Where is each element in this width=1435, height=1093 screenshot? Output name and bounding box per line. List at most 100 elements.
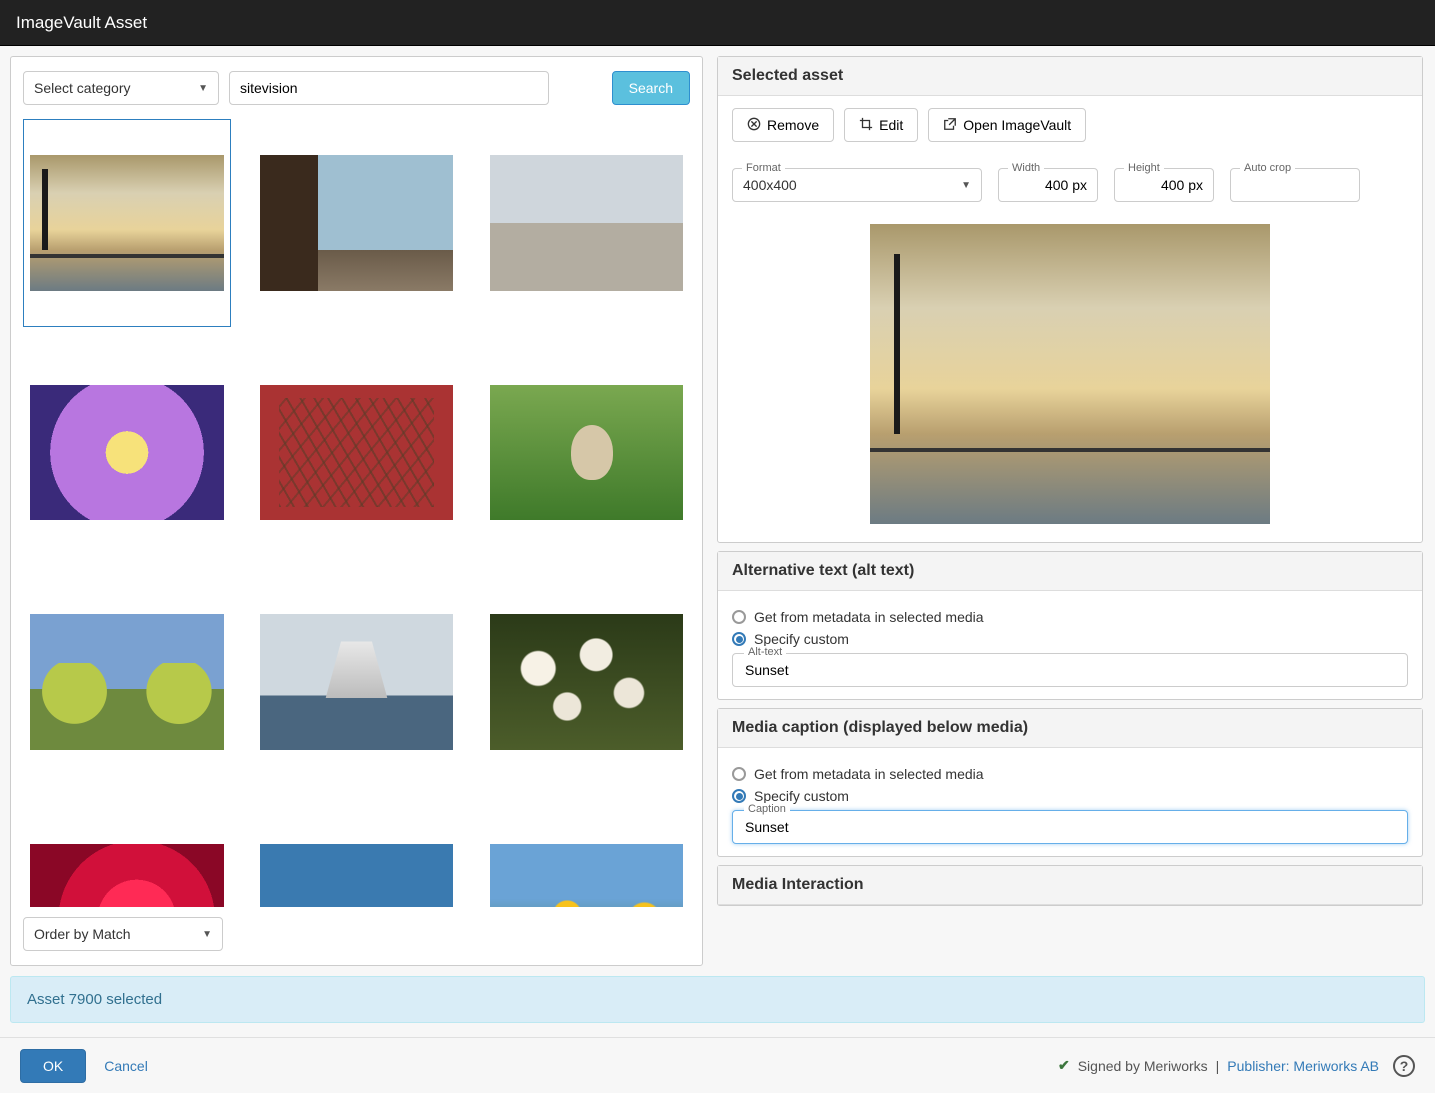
alt-text-field-label: Alt-text bbox=[744, 646, 786, 658]
thumbnail-image bbox=[260, 385, 453, 521]
status-message: Asset 7900 selected bbox=[27, 991, 162, 1008]
height-label: Height bbox=[1124, 162, 1164, 174]
open-imagevault-button[interactable]: Open ImageVault bbox=[928, 108, 1086, 142]
crop-icon bbox=[859, 117, 873, 134]
separator: | bbox=[1216, 1058, 1220, 1074]
thumbnail-bird[interactable] bbox=[253, 808, 461, 907]
cancel-link[interactable]: Cancel bbox=[104, 1058, 148, 1074]
status-bar: Asset 7900 selected bbox=[10, 976, 1425, 1023]
category-select-label: Select category bbox=[34, 80, 131, 96]
caption-input[interactable] bbox=[732, 810, 1408, 844]
ok-button[interactable]: OK bbox=[20, 1049, 86, 1083]
order-row: Order by Match ▼ bbox=[11, 907, 702, 965]
alt-specify-custom-radio[interactable]: Specify custom bbox=[732, 631, 1408, 647]
width-group: Width bbox=[998, 156, 1098, 202]
height-group: Height bbox=[1114, 156, 1214, 202]
radio-off-icon bbox=[732, 767, 746, 781]
footer-right: ✔ Signed by Meriworks | Publisher: Meriw… bbox=[1058, 1055, 1415, 1077]
caption-meta-label: Get from metadata in selected media bbox=[754, 766, 984, 782]
thumbnail-door[interactable] bbox=[253, 119, 461, 327]
caption-header: Media caption (displayed below media) bbox=[718, 709, 1422, 748]
thumbnail-rose[interactable] bbox=[23, 808, 231, 907]
thumbnail-image bbox=[30, 844, 223, 907]
main-content: Select category ▼ Search Order by Match … bbox=[0, 46, 1435, 966]
asset-toolbar: Remove Edit bbox=[732, 108, 1408, 142]
open-label: Open ImageVault bbox=[963, 117, 1071, 133]
remove-label: Remove bbox=[767, 117, 819, 133]
thumbnail-grid bbox=[23, 119, 690, 907]
check-icon: ✔ bbox=[1058, 1057, 1070, 1074]
caption-custom-label: Specify custom bbox=[754, 788, 849, 804]
alt-custom-label: Specify custom bbox=[754, 631, 849, 647]
thumbnail-redwall[interactable] bbox=[253, 349, 461, 557]
chevron-down-icon: ▼ bbox=[961, 180, 971, 191]
caption-field-label: Caption bbox=[744, 803, 790, 815]
chevron-down-icon: ▼ bbox=[198, 83, 208, 94]
detail-scroll[interactable]: Selected asset Remove bbox=[717, 56, 1425, 966]
order-select-label: Order by Match bbox=[34, 926, 130, 942]
caption-section: Media caption (displayed below media) Ge… bbox=[717, 708, 1423, 857]
order-select[interactable]: Order by Match ▼ bbox=[23, 917, 223, 951]
category-select[interactable]: Select category ▼ bbox=[23, 71, 219, 105]
thumbnail-image bbox=[260, 614, 453, 750]
autocrop-group: Auto crop bbox=[1230, 156, 1360, 202]
thumbnail-image bbox=[490, 844, 683, 907]
alt-text-input[interactable] bbox=[732, 653, 1408, 687]
alt-text-field-wrap: Alt-text bbox=[732, 653, 1408, 687]
thumbnail-daff[interactable] bbox=[482, 808, 690, 907]
search-button[interactable]: Search bbox=[612, 71, 690, 105]
autocrop-label: Auto crop bbox=[1240, 162, 1295, 174]
caption-specify-custom-radio[interactable]: Specify custom bbox=[732, 788, 1408, 804]
thumbnail-image bbox=[30, 614, 223, 750]
publisher-link[interactable]: Publisher: Meriworks AB bbox=[1227, 1058, 1379, 1074]
format-label: Format bbox=[742, 162, 785, 174]
remove-button[interactable]: Remove bbox=[732, 108, 834, 142]
chevron-down-icon: ▼ bbox=[202, 929, 212, 940]
thumbnail-ship[interactable] bbox=[253, 578, 461, 786]
external-link-icon bbox=[943, 117, 957, 134]
dialog-footer: OK Cancel ✔ Signed by Meriworks | Publis… bbox=[0, 1037, 1435, 1093]
media-interaction-header: Media Interaction bbox=[718, 866, 1422, 905]
alt-text-section: Alternative text (alt text) Get from met… bbox=[717, 551, 1423, 700]
thumbnail-image bbox=[490, 155, 683, 291]
thumbnail-trees[interactable] bbox=[23, 578, 231, 786]
thumbnail-sunset[interactable] bbox=[23, 119, 231, 327]
alt-from-metadata-radio[interactable]: Get from metadata in selected media bbox=[732, 609, 1408, 625]
alt-meta-label: Get from metadata in selected media bbox=[754, 609, 984, 625]
thumbnail-scroll[interactable] bbox=[11, 119, 702, 907]
thumbnail-image bbox=[260, 155, 453, 291]
radio-off-icon bbox=[732, 610, 746, 624]
help-icon[interactable]: ? bbox=[1393, 1055, 1415, 1077]
thumbnail-flower[interactable] bbox=[23, 349, 231, 557]
detail-column: Selected asset Remove bbox=[717, 56, 1425, 966]
search-input[interactable] bbox=[229, 71, 549, 105]
caption-from-metadata-radio[interactable]: Get from metadata in selected media bbox=[732, 766, 1408, 782]
signed-label: Signed by Meriworks bbox=[1078, 1058, 1208, 1074]
thumbnail-image bbox=[30, 385, 223, 521]
thumbnail-hedge[interactable] bbox=[482, 349, 690, 557]
asset-preview bbox=[732, 216, 1408, 530]
edit-label: Edit bbox=[879, 117, 903, 133]
selected-asset-header: Selected asset bbox=[718, 57, 1422, 96]
asset-browser-panel: Select category ▼ Search Order by Match … bbox=[10, 56, 703, 966]
radio-on-icon bbox=[732, 789, 746, 803]
dialog-title: ImageVault Asset bbox=[16, 13, 147, 33]
selected-asset-section: Selected asset Remove bbox=[717, 56, 1423, 543]
preview-image bbox=[870, 224, 1270, 524]
thumbnail-image bbox=[30, 155, 223, 291]
format-group: Format 400x400 ▼ bbox=[732, 156, 982, 202]
media-interaction-section: Media Interaction bbox=[717, 865, 1423, 906]
alt-text-header: Alternative text (alt text) bbox=[718, 552, 1422, 591]
thumbnail-image bbox=[260, 844, 453, 907]
thumbnail-stones[interactable] bbox=[482, 119, 690, 327]
remove-icon bbox=[747, 117, 761, 134]
thumbnail-image bbox=[490, 614, 683, 750]
format-value: 400x400 bbox=[743, 177, 797, 193]
thumbnail-image bbox=[490, 385, 683, 521]
thumbnail-blossom[interactable] bbox=[482, 578, 690, 786]
caption-field-wrap: Caption bbox=[732, 810, 1408, 844]
dialog-header: ImageVault Asset bbox=[0, 0, 1435, 46]
edit-button[interactable]: Edit bbox=[844, 108, 918, 142]
radio-on-icon bbox=[732, 632, 746, 646]
dimension-row: Format 400x400 ▼ Width bbox=[732, 156, 1408, 202]
